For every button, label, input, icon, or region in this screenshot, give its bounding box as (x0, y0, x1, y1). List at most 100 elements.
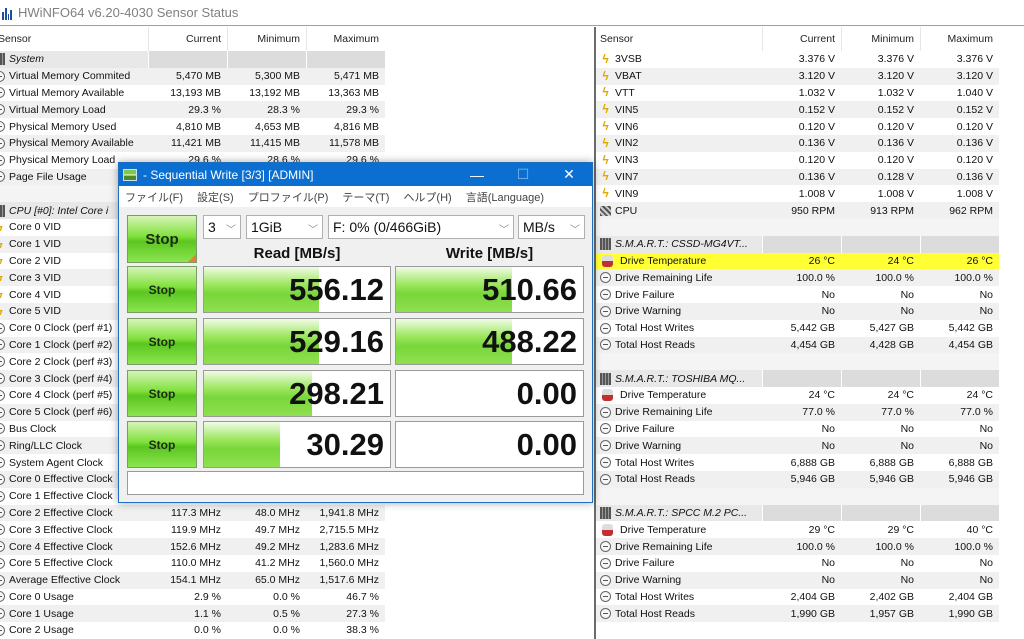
drive-select[interactable]: F: 0% (0/466GiB) ﹀ (328, 215, 514, 239)
close-button[interactable]: ✕ (546, 166, 592, 183)
sensor-row[interactable]: Total Host Writes 6,888 GB 6,888 GB 6,888 G… (596, 454, 999, 471)
column-header-sensor[interactable]: Sensor (0, 33, 148, 45)
sensor-row[interactable]: Total Host Writes 5,442 GB 5,427 GB 5,442 G… (596, 320, 999, 337)
sensor-name-cell: Drive Remaining Life (596, 541, 762, 553)
maximize-button[interactable]: ☐ (500, 166, 546, 183)
sensor-label: Total Host Reads (615, 607, 695, 620)
sensor-name-cell: ϟ VBAT (596, 70, 762, 82)
test-size-select[interactable]: 1GiB ﹀ (246, 215, 323, 239)
sensor-row[interactable]: Drive Temperature 24 °C 24 °C 24 °C (596, 387, 999, 404)
sensor-row[interactable]: ϟ VBAT 3.120 V 3.120 V 3.120 V (596, 67, 999, 85)
cdm-title-bar[interactable]: - Sequential Write [3/3] [ADMIN] — ☐ ✕ (119, 163, 592, 186)
sensor-row[interactable]: Total Host Reads 4,454 GB 4,428 GB 4,454 GB (596, 336, 999, 354)
sensor-row[interactable]: Core 2 Effective Clock 117.3 MHz 48.0 MHz 1… (0, 504, 385, 522)
sensor-minimum-value: 0.128 V (877, 170, 914, 183)
sensor-row[interactable]: Average Effective Clock 154.1 MHz 65.0 MHz… (0, 571, 385, 589)
sensor-label: System Agent Clock (9, 456, 103, 469)
sensor-row[interactable]: Core 5 Effective Clock 110.0 MHz 41.2 MHz 1… (0, 555, 385, 572)
menu-help[interactable]: ヘルプ(H) (403, 189, 451, 205)
sensor-current-value: 3.120 V (798, 70, 835, 83)
thermometer-icon (602, 254, 613, 267)
chip-icon (600, 506, 611, 519)
menu-file[interactable]: ファイル(F) (125, 189, 183, 205)
sensor-name-cell: Drive Remaining Life (596, 406, 762, 418)
column-header-maximum[interactable]: Maximum (306, 27, 385, 51)
column-header-maximum[interactable]: Maximum (920, 27, 999, 51)
sensor-row[interactable]: Physical Memory Used 4,810 MB 4,653 MB 4,81… (0, 118, 385, 135)
minimize-button[interactable]: — (454, 167, 500, 183)
sensor-row[interactable]: Core 2 Usage 0.0 % 0.0 % 38.3 % (0, 622, 385, 639)
sensor-panel-right[interactable]: Sensor Current Minimum Maximum ϟ 3VSB 3.376 V 3… (594, 27, 1024, 639)
bolt-icon: ϟ (602, 154, 609, 167)
column-header-sensor[interactable]: Sensor (596, 33, 762, 45)
sensor-row[interactable]: Drive Remaining Life 100.0 % 100.0 % 100.0 … (596, 538, 999, 555)
column-header-minimum[interactable]: Minimum (841, 27, 920, 51)
sensor-group-row[interactable]: S.M.A.R.T.: TOSHIBA MQ... (596, 370, 999, 387)
sensor-label: Core 0 Usage (9, 590, 74, 603)
sensor-row[interactable]: Virtual Memory Commited 5,470 MB 5,300 MB 5… (0, 67, 385, 85)
sensor-row[interactable]: Core 0 Usage 2.9 % 0.0 % 46.7 % (0, 589, 385, 606)
sensor-row[interactable]: Drive Failure No No No (596, 286, 999, 303)
sensor-row[interactable]: CPU 950 RPM 913 RPM 962 RPM (596, 202, 999, 219)
stop-test-button[interactable]: Stop (127, 421, 197, 468)
menu-language[interactable]: 言語(Language) (466, 189, 544, 205)
sensor-minimum-value: 0.136 V (877, 137, 914, 150)
sensor-maximum-value: 962 RPM (949, 204, 993, 217)
sensor-row[interactable]: Drive Temperature 26 °C 24 °C 26 °C (596, 252, 999, 270)
unit-select[interactable]: MB/s ﹀ (518, 215, 585, 239)
sensor-row[interactable]: ϟ 3VSB 3.376 V 3.376 V 3.376 V (596, 51, 999, 68)
sensor-row[interactable]: Core 1 Usage 1.1 % 0.5 % 27.3 % (0, 605, 385, 623)
column-header-current[interactable]: Current (762, 27, 841, 51)
sensor-row[interactable]: ϟ VIN9 1.008 V 1.008 V 1.008 V (596, 185, 999, 202)
sensor-row[interactable]: ϟ VTT 1.032 V 1.032 V 1.040 V (596, 85, 999, 102)
sensor-row[interactable]: Drive Warning No No No (596, 571, 999, 589)
sensor-label: Physical Memory Used (9, 120, 117, 133)
sensor-row[interactable]: Drive Temperature 29 °C 29 °C 40 °C (596, 521, 999, 538)
stop-test-button[interactable]: Stop (127, 370, 197, 417)
read-result-value: 529.16 (289, 323, 384, 359)
sensor-label: Physical Memory Available (9, 137, 134, 150)
sensor-row[interactable]: Virtual Memory Available 13,193 MB 13,192 … (0, 85, 385, 102)
test-count-select[interactable]: 3 ﹀ (203, 215, 241, 239)
stop-test-button[interactable]: Stop (127, 266, 197, 313)
sensor-current-value: 100.0 % (796, 271, 835, 284)
menu-settings[interactable]: 設定(S) (197, 189, 234, 205)
sensor-row[interactable]: ϟ VIN7 0.136 V 0.128 V 0.136 V (596, 168, 999, 186)
sensor-current-value: 4,810 MB (176, 120, 221, 133)
sensor-row[interactable]: Core 4 Effective Clock 152.6 MHz 49.2 MHz 1… (0, 538, 385, 555)
sensor-current-value: 0.136 V (798, 170, 835, 183)
sensor-row[interactable]: Core 3 Effective Clock 119.9 MHz 49.7 MHz 2… (0, 521, 385, 538)
sensor-label: Drive Warning (615, 574, 682, 587)
sensor-row[interactable]: Drive Warning No No No (596, 437, 999, 455)
menu-profile[interactable]: プロファイル(P) (248, 189, 329, 205)
read-result-cell: 529.16 (203, 318, 391, 365)
sensor-row[interactable]: Total Host Reads 5,946 GB 5,946 GB 5,946 GB (596, 470, 999, 488)
sensor-minimum-value: 28.3 % (267, 103, 300, 116)
sensor-row[interactable]: Drive Remaining Life 100.0 % 100.0 % 100.0 … (596, 269, 999, 287)
sensor-group-row[interactable]: S.M.A.R.T.: CSSD-MG4VT... (596, 235, 999, 253)
sensor-row[interactable]: Drive Warning No No No (596, 302, 999, 320)
sensor-row[interactable]: ϟ VIN3 0.120 V 0.120 V 0.120 V (596, 152, 999, 169)
menu-theme[interactable]: テーマ(T) (342, 189, 389, 205)
sensor-row[interactable]: Drive Failure No No No (596, 421, 999, 438)
sensor-row[interactable]: ϟ VIN5 0.152 V 0.152 V 0.152 V (596, 101, 999, 119)
column-header-current[interactable]: Current (148, 27, 227, 51)
sensor-group-row[interactable]: System (0, 51, 385, 68)
stop-all-button[interactable]: Stop (127, 215, 197, 263)
sensor-group-row[interactable]: S.M.A.R.T.: SPCC M.2 PC... (596, 504, 999, 522)
sensor-row[interactable]: Virtual Memory Load 29.3 % 28.3 % 29.3 % (0, 101, 385, 119)
sensor-row[interactable]: Total Host Reads 1,990 GB 1,957 GB 1,990 GB (596, 605, 999, 623)
sensor-label: Core 1 Usage (9, 607, 74, 620)
sensor-row[interactable]: Total Host Writes 2,404 GB 2,402 GB 2,404 G… (596, 589, 999, 606)
sensor-row[interactable]: Drive Failure No No No (596, 555, 999, 572)
sensor-name-cell: Drive Failure (596, 289, 762, 301)
sensor-label: Page File Usage (9, 170, 87, 183)
sensor-row[interactable]: Drive Remaining Life 77.0 % 77.0 % 77.0 % (596, 403, 999, 421)
sensor-row[interactable]: ϟ VIN2 0.136 V 0.136 V 0.136 V (596, 134, 999, 152)
write-result-value: 510.66 (482, 271, 577, 307)
column-header-minimum[interactable]: Minimum (227, 27, 306, 51)
sensor-current-value: No (821, 305, 835, 318)
stop-test-button[interactable]: Stop (127, 318, 197, 365)
sensor-row[interactable]: ϟ VIN6 0.120 V 0.120 V 0.120 V (596, 118, 999, 135)
sensor-row[interactable]: Physical Memory Available 11,421 MB 11,415… (0, 134, 385, 152)
